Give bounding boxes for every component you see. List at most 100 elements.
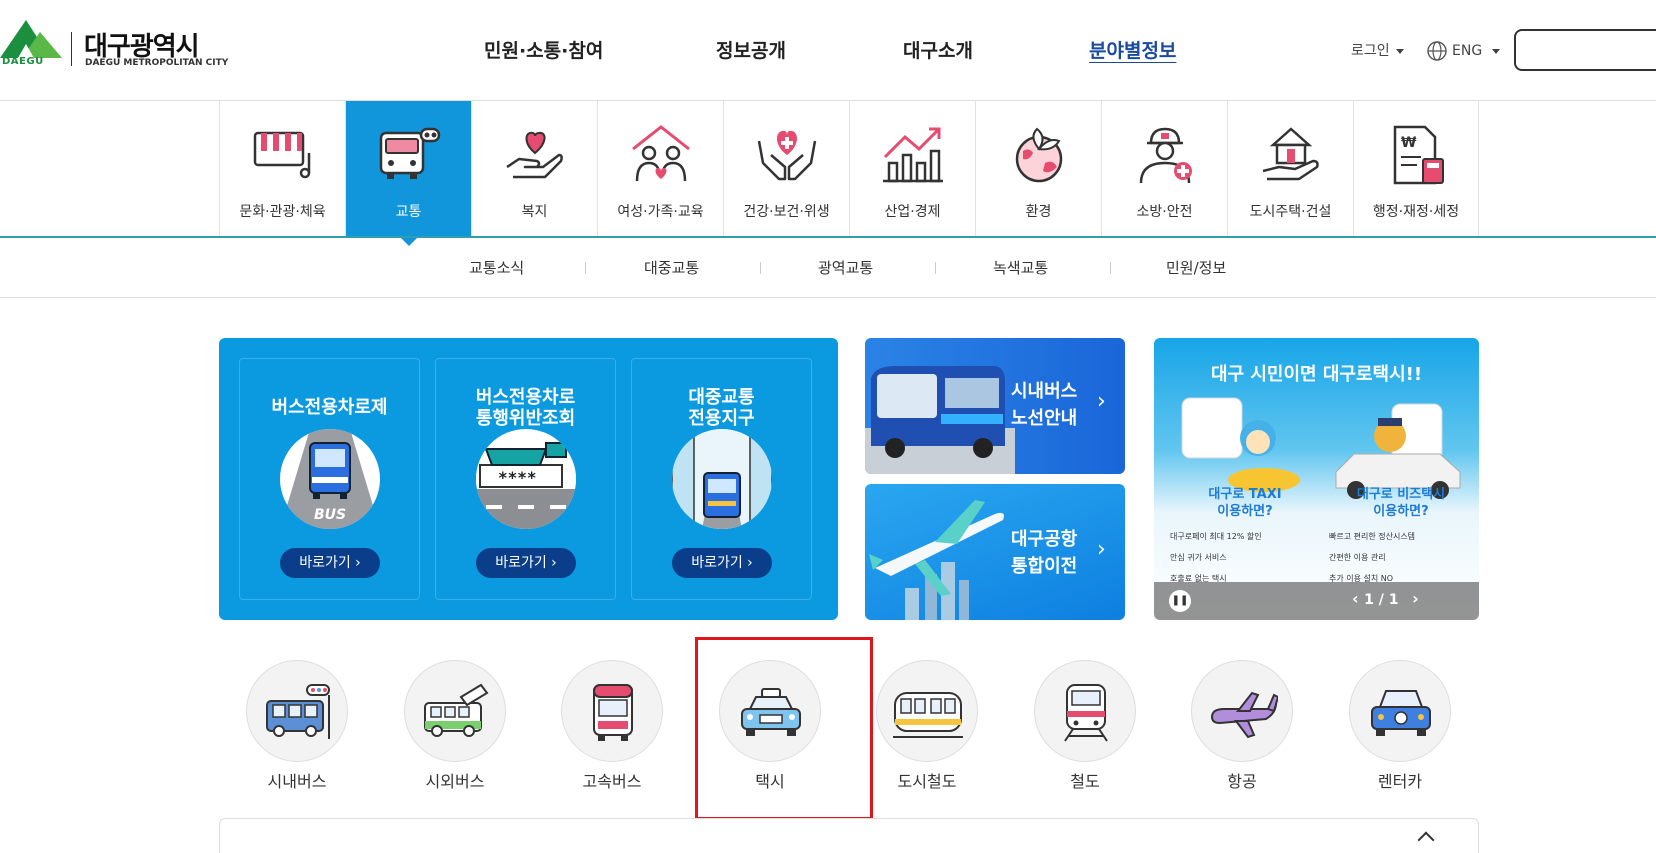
mode-intercity-bus[interactable]: 시외버스: [385, 660, 525, 792]
mode-train[interactable]: 철도: [1015, 660, 1155, 792]
login-label: 로그인: [1351, 43, 1390, 59]
bus-lane-icon: BUS: [280, 429, 380, 529]
chevron-down-icon: [1492, 48, 1501, 54]
category-label: 환경: [1025, 204, 1052, 220]
subnav-divider: [760, 262, 761, 274]
mode-subway[interactable]: 도시철도: [857, 660, 997, 792]
firefighter-icon: [1139, 127, 1192, 184]
category-label: 도시주택·건설: [1249, 204, 1332, 220]
pause-button[interactable]: ❚❚: [1169, 590, 1191, 612]
site-header: DAEGU 대구광역시 DAEGU METROPOLITAN CITY 민원·소…: [0, 0, 1656, 101]
feature-card-transit-mall: 대중교통 전용지구 바로가기 ›: [631, 358, 812, 600]
card-title: 버스전용차로제: [271, 397, 388, 418]
growth-chart-icon: [883, 127, 943, 183]
subnav-green[interactable]: 녹색교통: [993, 257, 1048, 278]
house-hand-icon: [1262, 127, 1319, 181]
go-button[interactable]: 바로가기 ›: [476, 548, 576, 578]
card-title: 버스전용차로 통행위반조회: [475, 387, 576, 429]
transit-zone-icon: [672, 429, 772, 529]
category-housing[interactable]: 도시주택·건설: [1227, 101, 1353, 237]
search-input[interactable]: [1514, 29, 1656, 71]
mode-label: 시외버스: [425, 772, 485, 791]
category-label: 문화·관광·체육: [239, 204, 326, 220]
category-welfare[interactable]: 복지: [471, 101, 597, 237]
gnb-civil[interactable]: 민원·소통·참여: [484, 36, 603, 63]
category-nav: 문화·관광·체육 교통 복지 여성·가족·교육 건강·보건·위생 산업·경제 환…: [219, 101, 1479, 246]
mode-label: 시내버스: [267, 772, 327, 791]
go-button[interactable]: 바로가기 ›: [672, 548, 772, 578]
bottom-panel: [219, 818, 1479, 853]
feature-panel: 버스전용차로제 BUS 바로가기 › 버스전용차로 통행위반조회 **** 바로…: [219, 338, 838, 620]
chevron-right-icon[interactable]: ›: [1412, 589, 1419, 608]
category-health[interactable]: 건강·보건·위생: [723, 101, 849, 237]
language-menu[interactable]: ENG: [1426, 40, 1501, 62]
mode-icon-circle: [876, 660, 978, 762]
rental-car-icon: [1371, 690, 1431, 736]
subnav-public[interactable]: 대중교통: [644, 257, 699, 278]
mode-label: 도시철도: [897, 772, 957, 791]
mode-label: 고속버스: [582, 772, 642, 791]
subnav-regional[interactable]: 광역교통: [818, 257, 873, 278]
mode-label: 렌터카: [1377, 772, 1423, 791]
subnav-civil[interactable]: 민원/정보: [1166, 257, 1226, 278]
category-label: 복지: [521, 204, 548, 220]
family-house-icon: [632, 125, 690, 182]
page: DAEGU 대구광역시 DAEGU METROPOLITAN CITY 민원·소…: [0, 0, 1656, 853]
gnb-info[interactable]: 정보공개: [716, 36, 786, 63]
mode-icon-circle: [1191, 660, 1293, 762]
earth-leaf-icon: [1015, 127, 1063, 183]
tile-airport[interactable]: 대구공항 통합이전 ›: [865, 484, 1125, 620]
category-label: 교통: [395, 204, 422, 220]
category-label: 산업·경제: [884, 204, 941, 220]
category-family[interactable]: 여성·가족·교육: [597, 101, 723, 237]
category-label: 행정·재정·세정: [1372, 204, 1460, 220]
site-logo[interactable]: DAEGU 대구광역시 DAEGU METROPOLITAN CITY: [0, 18, 230, 70]
mode-express-bus[interactable]: 고속버스: [542, 660, 682, 792]
page-indicator: 1 / 1: [1364, 592, 1399, 608]
banner-title: 대구 시민이면 대구로택시!!: [1210, 364, 1423, 385]
sub-nav: 교통소식 대중교통 광역교통 녹색교통 민원/정보: [0, 238, 1656, 298]
mode-icon-circle: [1034, 660, 1136, 762]
logo-abbrev: DAEGU: [2, 56, 44, 67]
gnb-field-info[interactable]: 분야별정보: [1089, 36, 1176, 63]
language-label: ENG: [1452, 43, 1483, 59]
category-safety[interactable]: 소방·안전: [1101, 101, 1227, 237]
banner-controls: ❚❚ ‹ 1 / 1 ›: [1154, 582, 1479, 620]
category-transport[interactable]: 교통: [345, 101, 471, 246]
mode-icon-circle: [561, 660, 663, 762]
tax-document-icon: ₩: [1393, 125, 1444, 185]
svg-text:₩: ₩: [1401, 135, 1417, 151]
mode-label: 항공: [1227, 772, 1257, 791]
category-label: 여성·가족·교육: [617, 204, 704, 220]
subnav-divider: [585, 262, 586, 274]
mode-air[interactable]: 항공: [1172, 660, 1312, 792]
logo-divider: [71, 32, 72, 66]
airplane-icon: [1210, 691, 1278, 739]
card-title: 대중교통 전용지구: [688, 387, 755, 429]
subnav-news[interactable]: 교통소식: [469, 257, 524, 278]
category-industry[interactable]: 산업·경제: [849, 101, 975, 237]
bus-badge: BUS: [314, 507, 346, 523]
category-environment[interactable]: 환경: [975, 101, 1101, 237]
category-culture[interactable]: 문화·관광·체육: [219, 101, 345, 237]
mode-rental-car[interactable]: 렌터카: [1330, 660, 1470, 792]
chevron-right-icon: ›: [1097, 537, 1106, 562]
intercity-bus-icon: [424, 683, 489, 737]
login-menu[interactable]: 로그인: [1351, 40, 1404, 60]
subnav-divider: [1110, 262, 1111, 274]
banner-right-points: 빠르고 편리한 정산시스템 간편한 이용 관리 추가 이용 설치 NO: [1329, 532, 1416, 583]
city-bus-photo-icon: [865, 366, 1015, 474]
feature-card-bus-lane: 버스전용차로제 BUS 바로가기 ›: [239, 358, 420, 600]
taxi-promo-banner[interactable]: 대구 시민이면 대구로택시!! 대구로 TAXI 이용하면? 대구로 비즈택시 이용…: [1154, 338, 1479, 620]
banner-left-heading: 대구로 TAXI 이용하면?: [1208, 487, 1282, 519]
gnb-about[interactable]: 대구소개: [903, 36, 973, 63]
health-hands-icon: [757, 130, 817, 181]
logo-subtitle: DAEGU METROPOLITAN CITY: [85, 58, 229, 68]
tile-bus-routes[interactable]: 시내버스 노선안내 ›: [865, 338, 1125, 474]
category-admin[interactable]: ₩ 행정·재정·세정: [1353, 101, 1479, 237]
chevron-down-icon: [1395, 48, 1404, 54]
chevron-left-icon[interactable]: ‹: [1352, 589, 1359, 608]
chevron-right-icon: ›: [1097, 389, 1106, 414]
go-button[interactable]: 바로가기 ›: [280, 548, 380, 578]
mode-city-bus[interactable]: 시내버스: [227, 660, 367, 792]
